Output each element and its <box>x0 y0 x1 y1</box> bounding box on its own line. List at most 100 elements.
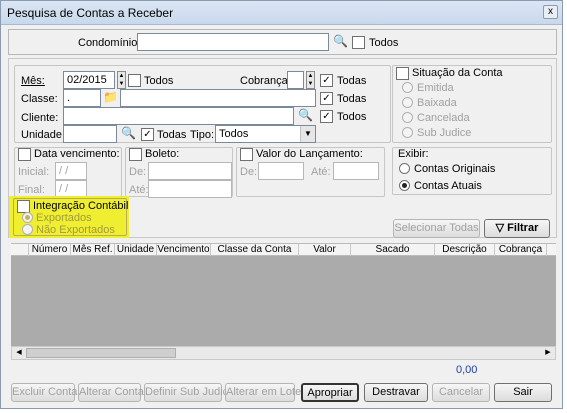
boleto-de-input[interactable] <box>148 162 232 180</box>
tipo-value: Todos <box>219 128 249 140</box>
classe-code-input[interactable]: . <box>63 89 101 107</box>
exibir-group: Exibir: Contas Originais Contas Atuais <box>392 147 552 195</box>
grid-body[interactable] <box>11 256 556 360</box>
cobranca-todas-checkbox[interactable]: ✓ <box>320 74 333 87</box>
situacao-radio[interactable] <box>402 127 413 138</box>
boleto-title: Boleto: <box>145 148 180 160</box>
valor-checkbox[interactable] <box>240 148 253 161</box>
valor-title: Valor do Lançamento: <box>256 148 363 160</box>
cobranca-spinner[interactable]: ▲ ▼ <box>306 71 315 89</box>
alterar-conta-button[interactable]: Alterar Conta <box>78 383 144 402</box>
vencimento-title: Data vencimento: <box>34 148 120 160</box>
column-header[interactable]: Vencimento <box>157 244 211 256</box>
cliente-todos-checkbox[interactable]: ✓ <box>320 110 333 123</box>
situacao-title: Situação da Conta <box>412 67 503 79</box>
cliente-label: Cliente: <box>21 112 59 124</box>
vencimento-group: Data vencimento: Inicial: / / Final: / / <box>14 147 122 198</box>
exibir-radio-originais[interactable] <box>399 163 410 174</box>
condominio-input[interactable] <box>137 33 329 51</box>
column-header[interactable]: Unidade <box>115 244 157 256</box>
boleto-ate-input[interactable] <box>148 180 232 198</box>
cliente-todos-label: Todos <box>337 111 367 123</box>
folder-icon[interactable]: 📁 <box>101 89 120 107</box>
mes-input[interactable]: 02/2015 <box>63 71 115 89</box>
valor-de-label: De: <box>240 166 258 178</box>
definir-sub-judice-button[interactable]: Definir Sub Judice <box>144 383 234 402</box>
situacao-option: Cancelada <box>417 112 470 124</box>
scroll-left-icon[interactable]: ◀ <box>12 347 26 359</box>
classe-label: Classe: <box>21 93 58 105</box>
exibir-radio-atuais[interactable] <box>399 180 410 191</box>
boleto-group: Boleto: De: Até: <box>125 147 233 198</box>
apropriar-button[interactable]: Apropriar <box>301 383 359 402</box>
exibir-title: Exibir: <box>398 148 429 160</box>
situacao-checkbox[interactable] <box>396 67 409 80</box>
grid-corner <box>11 244 29 256</box>
tipo-label: Tipo: <box>190 129 215 141</box>
unidade-label: Unidade: <box>21 129 66 141</box>
column-header[interactable]: Cobrança <box>495 244 547 256</box>
sair-button[interactable]: Sair <box>494 383 552 402</box>
integracao-group: Integração Contábil Exportados Não Expor… <box>13 198 128 236</box>
situacao-option: Baixada <box>417 97 457 109</box>
cancelar-button[interactable]: Cancelar <box>432 383 490 402</box>
situacao-option: Emitida <box>417 82 454 94</box>
mes-todos-label: Todos <box>144 75 174 87</box>
integracao-radio-exportados[interactable] <box>22 212 33 223</box>
binoculars-icon[interactable]: 🔍 <box>119 125 138 143</box>
total-value: 0,00 <box>456 364 478 376</box>
mes-label: Mês: <box>21 75 45 87</box>
selecionar-todas-button[interactable]: Selecionar Todas <box>393 219 480 238</box>
excluir-conta-button[interactable]: Excluir Conta <box>11 383 77 402</box>
boleto-checkbox[interactable] <box>129 148 142 161</box>
filtrar-button[interactable]: ▽ Filtrar <box>484 219 550 238</box>
condominio-todos-label: Todos <box>369 37 399 49</box>
cobranca-todas-label: Todas <box>337 75 367 87</box>
cobranca-label: Cobrança: <box>240 75 291 87</box>
situacao-radio[interactable] <box>402 82 413 93</box>
mes-spinner[interactable]: ▲ ▼ <box>117 71 126 89</box>
column-header[interactable]: Classe da Conta <box>211 244 299 256</box>
scroll-right-icon[interactable]: ▶ <box>541 347 555 359</box>
window-title: Pesquisa de Contas a Receber <box>7 6 174 20</box>
alterar-em-lote-button[interactable]: Alterar em Lote <box>225 383 301 402</box>
exibir-option: Contas Atuais <box>414 180 482 192</box>
destravar-button[interactable]: Destravar <box>364 383 428 402</box>
title-bar: Pesquisa de Contas a Receber x <box>1 1 562 25</box>
column-header[interactable]: Descrição <box>435 244 495 256</box>
condominio-todos-checkbox[interactable] <box>352 36 365 49</box>
column-header[interactable]: Mês Ref. <box>71 244 115 256</box>
scroll-thumb[interactable] <box>26 348 176 358</box>
unidade-input[interactable] <box>63 125 117 143</box>
filters-group: Mês: 02/2015 ▲ ▼ Todos Cobrança: ▲ ▼ ✓ Tod… <box>14 65 391 143</box>
situacao-radio[interactable] <box>402 97 413 108</box>
classe-desc-input[interactable] <box>120 89 316 107</box>
integracao-option: Não Exportados <box>36 224 115 236</box>
window: Pesquisa de Contas a Receber x Condomíni… <box>0 0 563 409</box>
filtrar-label: Filtrar <box>507 222 539 234</box>
inicial-label: Inicial: <box>18 166 50 178</box>
vencimento-checkbox[interactable] <box>18 148 31 161</box>
grid-header: Número Mês Ref. Unidade Vencimento Class… <box>11 243 556 256</box>
binoculars-icon[interactable]: 🔍 <box>331 33 350 51</box>
mes-todos-checkbox[interactable] <box>128 74 141 87</box>
situacao-radio[interactable] <box>402 112 413 123</box>
unidade-todas-checkbox[interactable]: ✓ <box>141 128 154 141</box>
valor-ate-label: Até: <box>311 166 331 178</box>
column-header[interactable]: Valor <box>299 244 351 256</box>
classe-todas-label: Todas <box>337 93 367 105</box>
valor-ate-input[interactable] <box>333 162 379 180</box>
horizontal-scrollbar[interactable]: ◀ ▶ <box>11 346 556 360</box>
binoculars-icon[interactable]: 🔍 <box>296 107 315 125</box>
situacao-group: Situação da Conta Emitida Baixada Cancel… <box>392 65 552 143</box>
column-header[interactable]: Número <box>29 244 71 256</box>
inicial-input[interactable]: / / <box>55 162 87 180</box>
integracao-radio-nao-exportados[interactable] <box>22 224 33 235</box>
column-header[interactable]: Sacado <box>351 244 435 256</box>
valor-de-input[interactable] <box>258 162 304 180</box>
cobranca-input[interactable] <box>287 71 304 89</box>
tipo-dropdown[interactable]: Todos ▼ <box>215 125 316 143</box>
cliente-input[interactable] <box>63 107 294 125</box>
classe-todas-checkbox[interactable]: ✓ <box>320 92 333 105</box>
close-button[interactable]: x <box>543 5 558 19</box>
